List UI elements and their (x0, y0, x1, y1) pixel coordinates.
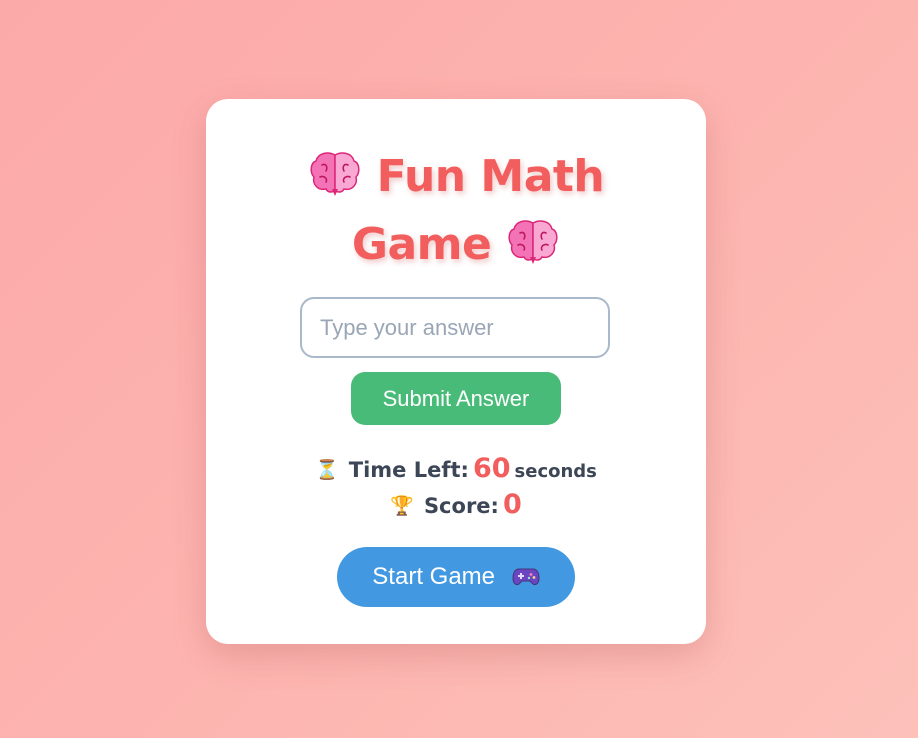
gamepad-icon (512, 568, 540, 586)
time-left-row: ⏳ Time Left: 60 seconds (206, 451, 706, 487)
game-title: Fun Math Game (206, 143, 706, 279)
start-game-button[interactable]: Start Game (337, 547, 575, 607)
time-left-value: 60 (472, 453, 511, 484)
submit-answer-button[interactable]: Submit Answer (351, 372, 561, 425)
score-row: 🏆 Score: 0 (206, 487, 706, 523)
hourglass-icon: ⏳ (315, 459, 339, 481)
time-left-label: Time Left: (348, 458, 469, 482)
answer-input[interactable] (300, 297, 610, 358)
brain-icon (310, 152, 360, 196)
game-card: Fun Math Game Submit Answer ⏳ Time Left:6… (206, 99, 706, 644)
score-label: Score: (423, 494, 499, 518)
title-text-1: Fun Math (376, 151, 605, 202)
start-game-label: Start Game (372, 563, 496, 590)
title-line-2: Game (206, 211, 706, 279)
score-value: 0 (502, 489, 522, 520)
title-text-2: Game (351, 219, 492, 270)
time-left-unit: seconds (514, 461, 597, 482)
brain-icon (508, 220, 558, 264)
trophy-icon: 🏆 (390, 495, 414, 517)
title-line-1: Fun Math (206, 143, 706, 211)
game-stats: ⏳ Time Left: 60 seconds 🏆 Score: 0 (206, 451, 706, 523)
